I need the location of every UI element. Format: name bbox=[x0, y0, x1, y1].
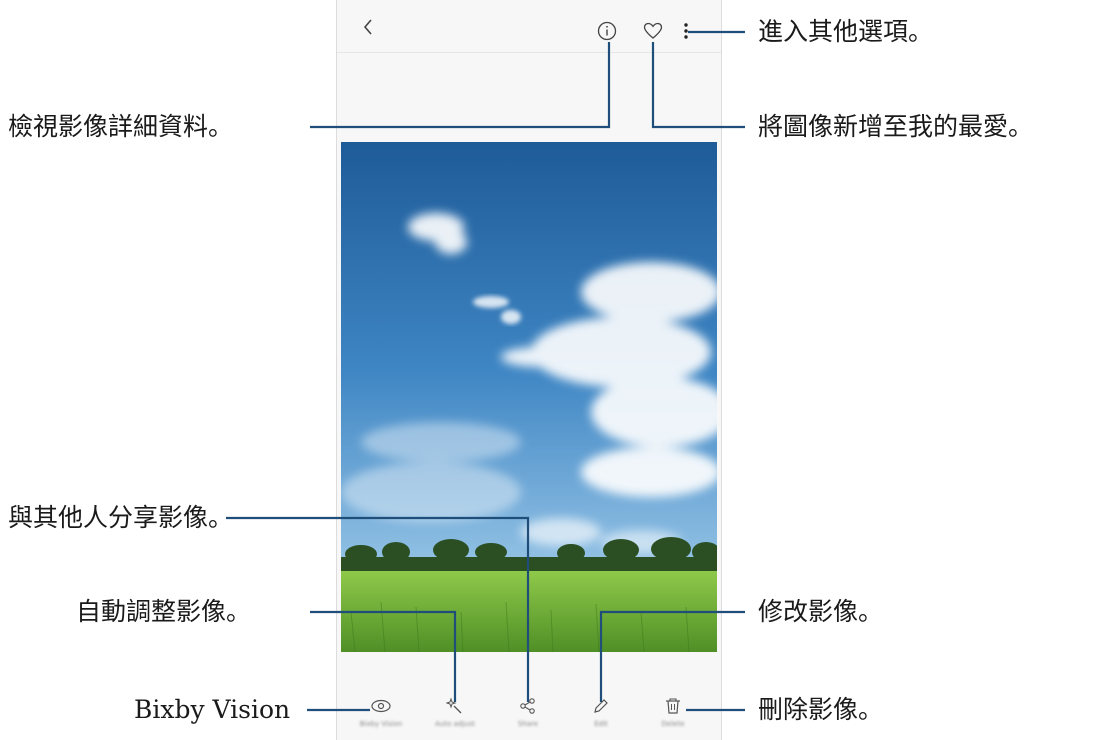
callout-auto-adjust: 自動調整影像。 bbox=[76, 597, 252, 626]
callout-edit: 修改影像。 bbox=[758, 597, 884, 626]
callout-share: 與其他人分享影像。 bbox=[8, 503, 234, 532]
callout-favorite: 將圖像新增至我的最愛。 bbox=[758, 112, 1034, 141]
callout-more-options: 進入其他選項。 bbox=[758, 17, 934, 46]
callout-lines bbox=[226, 30, 745, 712]
callout-delete: 刪除影像。 bbox=[758, 695, 884, 724]
callout-bixby: Bixby Vision bbox=[134, 695, 291, 724]
callout-details: 檢視影像詳細資料。 bbox=[8, 112, 234, 141]
